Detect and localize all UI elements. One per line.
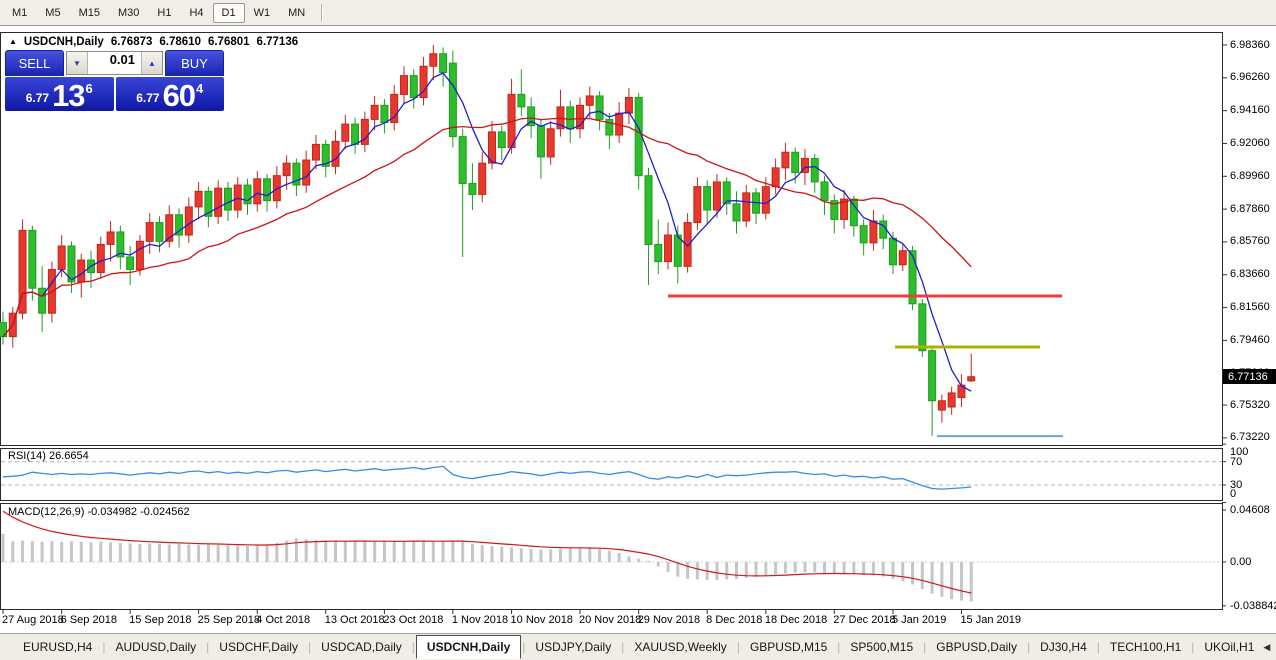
timeframe-button-m30[interactable]: M30 bbox=[109, 3, 148, 23]
chart-tab-gbpusd[interactable]: GBPUSD,Daily bbox=[927, 636, 1026, 658]
buy-price-box[interactable]: 6.77 60 4 bbox=[116, 77, 225, 111]
date-label: 1 Nov 2018 bbox=[452, 614, 508, 626]
volume-decrease-button[interactable]: ▼ bbox=[67, 52, 88, 74]
timeframe-button-w1[interactable]: W1 bbox=[245, 3, 280, 23]
chart-tab-sp500[interactable]: SP500,M15 bbox=[841, 636, 922, 658]
timeframe-button-h4[interactable]: H4 bbox=[180, 3, 212, 23]
symbol-direction-icon: ▲ bbox=[9, 37, 17, 47]
date-label: 5 Jan 2019 bbox=[892, 614, 946, 626]
macd-scale-label: 0.00 bbox=[1230, 556, 1251, 568]
tab-scroll-arrows: ◀ ▶ bbox=[1263, 642, 1276, 653]
chart-tab-usdchf[interactable]: USDCHF,Daily bbox=[210, 636, 307, 658]
chart-tab-usdjpy[interactable]: USDJPY,Daily bbox=[526, 636, 620, 658]
macd-scale-label: 0.04608 bbox=[1230, 504, 1270, 516]
price-tick-label: 6.92060 bbox=[1230, 137, 1270, 149]
ohlc-close: 6.77136 bbox=[257, 36, 299, 48]
terminal-window: M1M5M15M30H1H4D1W1MN ▲ USDCNH,Daily 6.76… bbox=[0, 0, 1276, 660]
ohlc-open: 6.76873 bbox=[111, 36, 153, 48]
toolbar-separator bbox=[321, 4, 322, 22]
chart-tab-xauusd[interactable]: XAUUSD,Weekly bbox=[625, 636, 735, 658]
timeframe-button-d1[interactable]: D1 bbox=[213, 3, 245, 23]
price-tick-label: 6.81560 bbox=[1230, 301, 1270, 313]
price-tick-label: 6.85760 bbox=[1230, 235, 1270, 247]
date-label: 27 Dec 2018 bbox=[833, 614, 895, 626]
current-price-tag: 6.77136 bbox=[1223, 369, 1276, 384]
chart-tab-audusd[interactable]: AUDUSD,Daily bbox=[106, 636, 205, 658]
chart-tab-eurusd[interactable]: EURUSD,H4 bbox=[14, 636, 101, 658]
tab-scroll-left-icon[interactable]: ◀ bbox=[1263, 642, 1270, 653]
chart-title: ▲ USDCNH,Daily 6.76873 6.78610 6.76801 6… bbox=[9, 36, 298, 48]
date-label: 20 Nov 2018 bbox=[579, 614, 641, 626]
date-label: 6 Sep 2018 bbox=[61, 614, 117, 626]
timeframe-button-m1[interactable]: M1 bbox=[3, 3, 36, 23]
price-tick-label: 6.75320 bbox=[1230, 399, 1270, 411]
price-tick-label: 6.89960 bbox=[1230, 170, 1270, 182]
chart-tab-ukoil[interactable]: UKOil,H1 bbox=[1195, 636, 1263, 658]
date-label: 29 Nov 2018 bbox=[638, 614, 700, 626]
macd-pane-frame bbox=[1, 504, 1223, 610]
macd-histogram bbox=[2, 534, 973, 602]
date-label: 10 Nov 2018 bbox=[511, 614, 573, 626]
buy-button[interactable]: BUY bbox=[165, 50, 224, 76]
sell-price-main: 13 bbox=[52, 82, 84, 109]
date-label: 8 Dec 2018 bbox=[706, 614, 762, 626]
price-tick-label: 6.79460 bbox=[1230, 334, 1270, 346]
volume-spinner: ▼ 0.01 ▲ bbox=[66, 51, 163, 75]
price-tick-label: 6.94160 bbox=[1230, 104, 1270, 116]
buy-price-main: 60 bbox=[163, 82, 195, 109]
timeframe-button-m5[interactable]: M5 bbox=[36, 3, 69, 23]
price-tick-label: 6.96260 bbox=[1230, 71, 1270, 83]
chart-tab-tech100[interactable]: TECH100,H1 bbox=[1101, 636, 1190, 658]
sell-price-prefix: 6.77 bbox=[26, 91, 49, 105]
chart-tabbar: EURUSD,H4|AUDUSD,Daily|USDCHF,Daily|USDC… bbox=[0, 633, 1276, 660]
date-label: 15 Jan 2019 bbox=[960, 614, 1021, 626]
chart-tab-dj30[interactable]: DJ30,H4 bbox=[1031, 636, 1096, 658]
date-label: 18 Dec 2018 bbox=[765, 614, 827, 626]
buy-price-prefix: 6.77 bbox=[136, 91, 159, 105]
buy-price-pip: 4 bbox=[196, 81, 203, 96]
date-label: 4 Oct 2018 bbox=[256, 614, 310, 626]
chart-tab-usdcnh[interactable]: USDCNH,Daily bbox=[416, 635, 521, 659]
sell-price-pip: 6 bbox=[86, 81, 93, 96]
date-label: 25 Sep 2018 bbox=[198, 614, 260, 626]
price-tick-label: 6.98360 bbox=[1230, 39, 1270, 51]
one-click-trade-panel: SELL ▼ 0.01 ▲ BUY 6.77 13 6 6.77 60 4 bbox=[5, 50, 224, 111]
rsi-scale-label: 70 bbox=[1230, 456, 1242, 468]
ohlc-low: 6.76801 bbox=[208, 36, 250, 48]
rsi-line bbox=[3, 466, 971, 489]
chart-tab-gbpusd[interactable]: GBPUSD,M15 bbox=[741, 636, 836, 658]
price-tick-label: 6.83660 bbox=[1230, 268, 1270, 280]
macd-label: MACD(12,26,9) -0.034982 -0.024562 bbox=[8, 506, 190, 518]
price-tick-label: 6.87860 bbox=[1230, 203, 1270, 215]
sell-price-box[interactable]: 6.77 13 6 bbox=[5, 77, 114, 111]
chart-tab-usdcad[interactable]: USDCAD,Daily bbox=[312, 636, 411, 658]
timeframe-button-h1[interactable]: H1 bbox=[148, 3, 180, 23]
date-label: 15 Sep 2018 bbox=[129, 614, 191, 626]
rsi-scale-label: 0 bbox=[1230, 488, 1236, 500]
date-label: 23 Oct 2018 bbox=[383, 614, 443, 626]
timeframe-button-mn[interactable]: MN bbox=[279, 3, 314, 23]
volume-field[interactable]: 0.01 bbox=[88, 52, 141, 74]
timeframe-toolbar: M1M5M15M30H1H4D1W1MN bbox=[0, 0, 1276, 26]
date-label: 27 Aug 2018 bbox=[2, 614, 64, 626]
date-label: 13 Oct 2018 bbox=[325, 614, 385, 626]
symbol-name: USDCNH,Daily bbox=[24, 36, 104, 48]
ohlc-high: 6.78610 bbox=[159, 36, 201, 48]
volume-increase-button[interactable]: ▲ bbox=[141, 52, 162, 74]
macd-scale-label: -0.038842 bbox=[1230, 600, 1276, 612]
rsi-label: RSI(14) 26.6654 bbox=[8, 450, 89, 462]
sell-button[interactable]: SELL bbox=[5, 50, 64, 76]
timeframe-button-m15[interactable]: M15 bbox=[70, 3, 109, 23]
price-tick-label: 6.73220 bbox=[1230, 431, 1270, 443]
